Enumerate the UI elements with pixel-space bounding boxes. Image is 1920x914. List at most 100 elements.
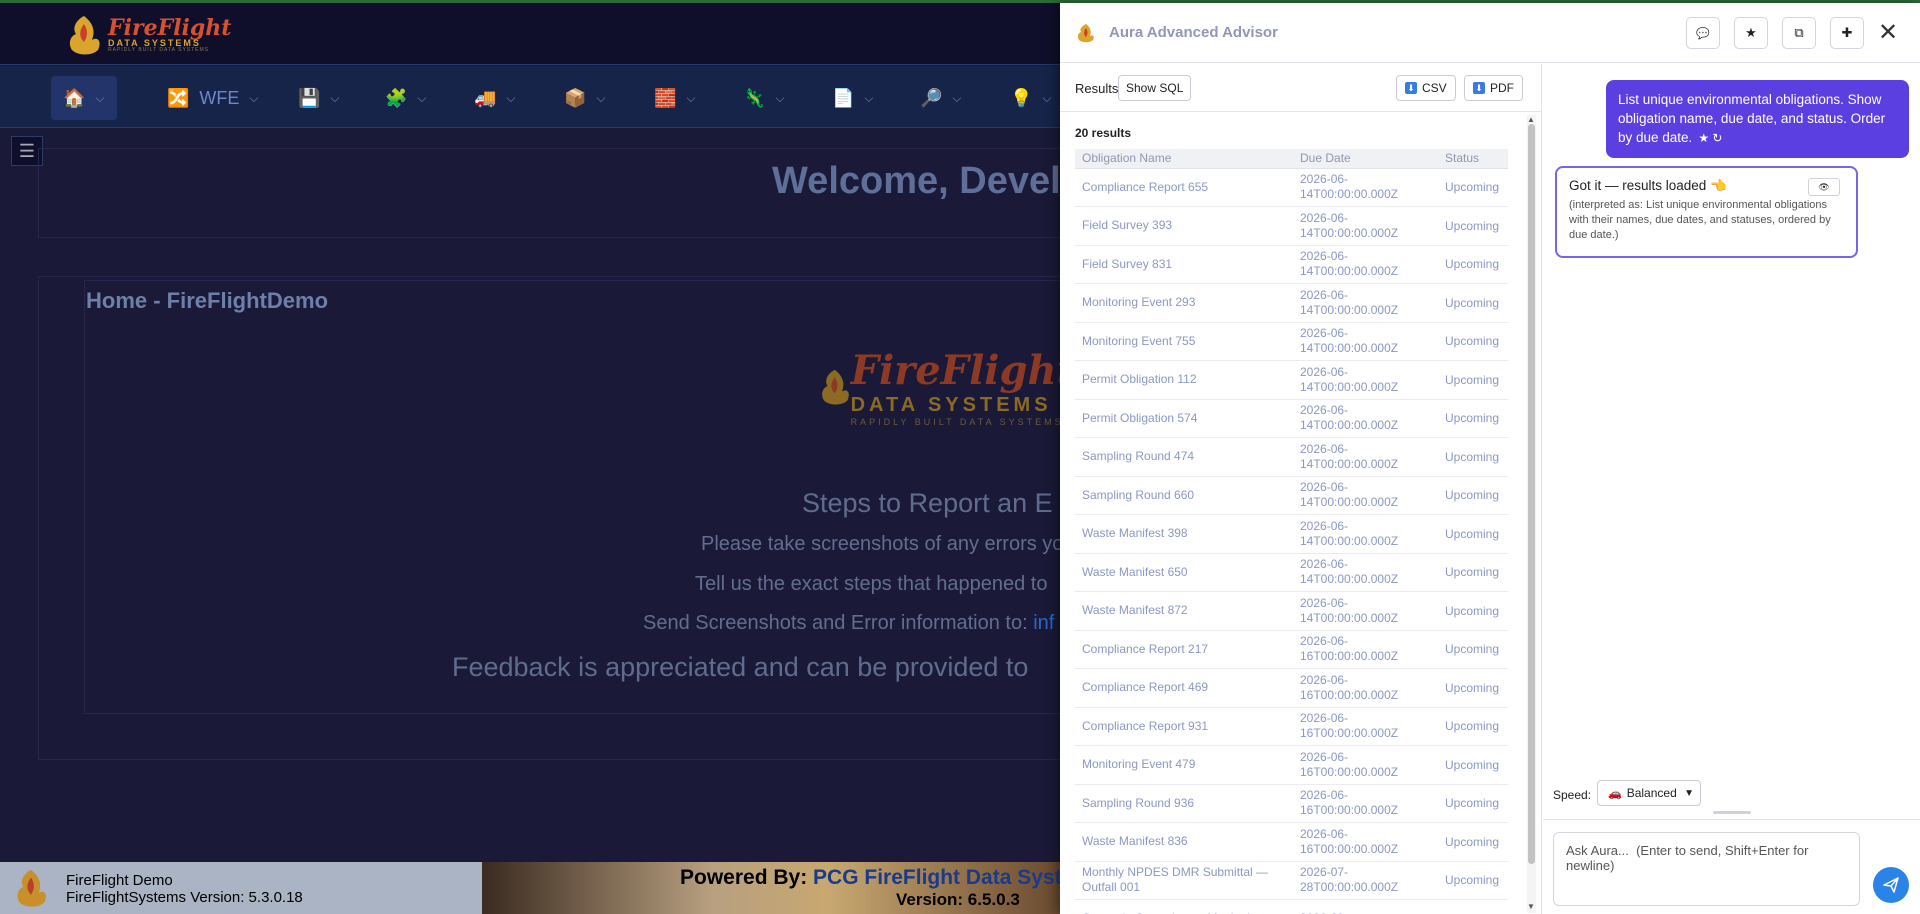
favorites-button[interactable]: ★	[1734, 17, 1768, 49]
status-cell: Upcoming	[1438, 745, 1508, 785]
csv-export-button[interactable]: ⬇ CSV	[1396, 75, 1456, 101]
new-chat-button[interactable]: ✚	[1830, 17, 1864, 49]
scroll-up-arrow-icon[interactable]: ▲	[1527, 115, 1535, 124]
phoenix-logo-icon	[822, 369, 849, 405]
table-row[interactable]: Monthly NPDES DMR Submittal — Outfall 00…	[1075, 861, 1508, 900]
obligation-name-cell: Monitoring Event 755	[1075, 322, 1293, 361]
phoenix-logo-icon	[69, 16, 100, 55]
pdf-export-button[interactable]: ⬇ PDF	[1464, 75, 1523, 101]
copy-button[interactable]: ⧉	[1782, 17, 1816, 49]
help-line-2: Tell us the exact steps that happened to	[695, 573, 1048, 595]
due-date-line-2: 14T00:00:00.000Z	[1300, 533, 1399, 548]
nav-item-document[interactable]: 📄 ⌵	[820, 76, 886, 120]
view-results-button[interactable]: 👁	[1808, 178, 1840, 196]
due-date-cell: 2026-06- 14T00:00:00.000Z	[1293, 245, 1438, 284]
table-row[interactable]: Monitoring Event 479 2026-06- 16T00:00:00.…	[1075, 745, 1508, 785]
results-pane: Results Show SQL ⬇ CSV ⬇ PDF 20 results Ob…	[1060, 64, 1542, 914]
nav-item-bricks[interactable]: 🧱 ⌵	[642, 76, 708, 120]
table-row[interactable]: Compliance Report 931 2026-06- 16T00:00:00…	[1075, 707, 1508, 746]
app-logo[interactable]: FireFlight DATA SYSTEMS RAPIDLY BUILT DA…	[62, 9, 242, 61]
powered-prefix: Powered By:	[680, 866, 814, 889]
status-cell: Upcoming	[1438, 514, 1508, 554]
column-header-status[interactable]: Status	[1438, 149, 1508, 169]
shuffle-icon: 🔀	[167, 87, 190, 108]
table-row[interactable]: Waste Manifest 836 2026-06- 16T00:00:00.00…	[1075, 822, 1508, 862]
due-date-line-2: 16T00:00:00.000Z	[1300, 726, 1399, 741]
nav-item-puzzle[interactable]: 🧩 ⌵	[373, 76, 439, 120]
table-row[interactable]: Sampling Round 660 2026-06- 14T00:00:00.00…	[1075, 476, 1508, 515]
nav-item-lizard[interactable]: 🦎 ⌵	[731, 76, 797, 120]
feedback-text: Feedback is appreciated and can be provi…	[452, 652, 1029, 682]
due-date-line-2: 14T00:00:00.000Z	[1300, 418, 1399, 433]
obligation-name-cell: Sampling Round 474	[1075, 437, 1293, 477]
results-table: Obligation Name Due Date Status Complian…	[1075, 149, 1508, 914]
close-icon[interactable]: ✕	[1878, 21, 1898, 45]
obligation-name-cell: Monitoring Event 479	[1075, 745, 1293, 785]
status-cell: Upcoming	[1438, 245, 1508, 284]
send-icon	[1883, 877, 1899, 893]
due-date-cell: 2026-06- 16T00:00:00.000Z	[1293, 668, 1438, 708]
table-row[interactable]: Waste Manifest 872 2026-06- 14T00:00:00.00…	[1075, 591, 1508, 631]
help-line-3-text: Send Screenshots and Error information t…	[643, 612, 1034, 634]
assistant-message-text: Got it — results loaded 👈	[1569, 178, 1727, 193]
speed-select[interactable]: 🚗 Balanced ▼	[1597, 780, 1701, 806]
lizard-icon: 🦎	[743, 87, 766, 108]
scroll-down-arrow-icon[interactable]: ▼	[1527, 902, 1535, 911]
steps-heading: Steps to Report an E	[802, 488, 1053, 518]
scrollbar-thumb[interactable]	[1528, 124, 1535, 864]
due-date-line-2: 16T00:00:00.000Z	[1300, 687, 1399, 702]
table-row[interactable]: Compliance Report 655 2026-06- 14T00:00:00…	[1075, 168, 1508, 207]
status-cell: Upcoming	[1438, 784, 1508, 823]
nav-item-ideas[interactable]: 💡 ⌵	[998, 76, 1064, 120]
chevron-down-icon: ⌵	[95, 90, 105, 105]
nav-item-truck[interactable]: 🚚 ⌵	[462, 76, 528, 120]
status-cell: Upcoming	[1438, 437, 1508, 477]
table-row[interactable]: Waste Manifest 398 2026-06- 14T00:00:00.00…	[1075, 514, 1508, 554]
due-date-cell: 2026-06- 16T00:00:00.000Z	[1293, 822, 1438, 862]
center-logo-subtitle: DATA SYSTEMS	[850, 394, 1052, 416]
ask-aura-input[interactable]	[1553, 832, 1860, 906]
due-date-line-2: 28T00:00:00.000Z	[1300, 880, 1399, 895]
due-date-line-1: 2026-06-	[1300, 441, 1349, 456]
chevron-down-icon: ⌵	[249, 90, 259, 105]
column-header-due-date[interactable]: Due Date	[1293, 149, 1438, 169]
table-row[interactable]: Permit Obligation 574 2026-06- 14T00:00:00…	[1075, 399, 1508, 438]
nav-item-package[interactable]: 📦 ⌵	[552, 76, 618, 120]
table-row[interactable]: Compliance Report 217 2026-06- 16T00:00:00…	[1075, 630, 1508, 669]
column-header-name[interactable]: Obligation Name	[1075, 149, 1293, 169]
table-row[interactable]: Monitoring Event 755 2026-06- 14T00:00:00.…	[1075, 322, 1508, 361]
resize-handle[interactable]	[1713, 811, 1751, 814]
send-button[interactable]	[1873, 867, 1909, 903]
table-row[interactable]: Field Survey 831 2026-06- 14T00:00:00.000Z…	[1075, 245, 1508, 284]
message-actions[interactable]: ★ ↻	[1698, 131, 1722, 145]
star-icon: ★	[1745, 25, 1757, 40]
table-row[interactable]: Monitoring Event 293 2026-06- 14T00:00:00.…	[1075, 283, 1508, 323]
obligation-name-cell: Monitoring Event 293	[1075, 283, 1293, 323]
page-title: Home - FireFlightDemo	[86, 288, 329, 313]
nav-item-save[interactable]: 💾 ⌵	[286, 76, 352, 120]
table-row[interactable]: Quarterly Groundwater Monitoring2026-09-	[1075, 899, 1508, 914]
due-date-cell: 2026-06- 14T00:00:00.000Z	[1293, 399, 1438, 438]
due-date-line-2: 16T00:00:00.000Z	[1300, 803, 1399, 818]
nav-item-home[interactable]: 🏠 ⌵	[51, 76, 117, 120]
user-message: List unique environmental obligations. S…	[1606, 80, 1909, 158]
nav-item-search[interactable]: 🔎 ⌵	[908, 76, 974, 120]
assistant-interpretation: (interpreted as: List unique environment…	[1569, 199, 1831, 241]
due-date-cell: 2026-06- 14T00:00:00.000Z	[1293, 360, 1438, 400]
table-row[interactable]: Waste Manifest 650 2026-06- 14T00:00:00.00…	[1075, 553, 1508, 592]
eye-icon: 👁	[1818, 181, 1830, 192]
table-row[interactable]: Sampling Round 474 2026-06- 14T00:00:00.00…	[1075, 437, 1508, 477]
due-date-cell: 2026-06- 14T00:00:00.000Z	[1293, 283, 1438, 323]
table-row[interactable]: Sampling Round 936 2026-06- 16T00:00:00.00…	[1075, 784, 1508, 823]
table-row[interactable]: Compliance Report 469 2026-06- 16T00:00:00…	[1075, 668, 1508, 708]
table-row[interactable]: Permit Obligation 112 2026-06- 14T00:00:00…	[1075, 360, 1508, 400]
due-date-line-1: 2026-06-	[1300, 518, 1349, 533]
show-sql-button[interactable]: Show SQL	[1118, 75, 1192, 101]
support-email-link[interactable]: inf	[1033, 612, 1054, 634]
status-cell: Upcoming	[1438, 861, 1508, 900]
car-icon: 🚗	[1608, 787, 1622, 800]
table-row[interactable]: Field Survey 393 2026-06- 14T00:00:00.000Z…	[1075, 206, 1508, 246]
lightbulb-icon: 💡	[1010, 87, 1033, 108]
chat-history-button[interactable]: 💬	[1686, 17, 1720, 49]
nav-item-wfe[interactable]: 🔀 WFE ⌵	[155, 76, 271, 120]
